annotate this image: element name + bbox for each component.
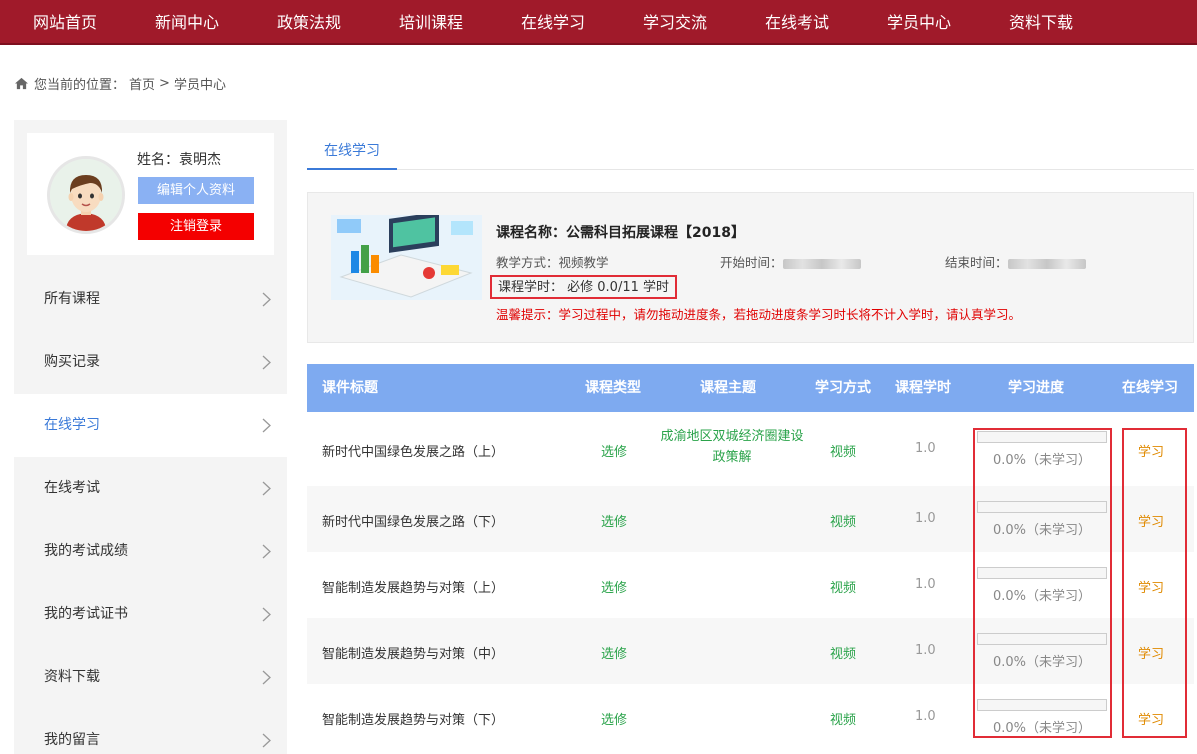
- col-header-type: 课程类型: [585, 380, 641, 396]
- edit-profile-button[interactable]: 编辑个人资料: [138, 177, 254, 204]
- course-thumbnail: [331, 215, 482, 300]
- row-mode: 视频: [830, 647, 857, 662]
- col-header-mode: 学习方式: [815, 380, 871, 396]
- row-topic: 成渝地区双城经济圈建设政策解: [660, 429, 804, 465]
- chevron-right-icon: [262, 292, 271, 307]
- side-menu: 所有课程 购买记录 在线学习 在线考试 我的考试成绩 我的考试证书 资料下载 我…: [14, 268, 287, 754]
- profile-card: 姓名：袁明杰 编辑个人资料 注销登录: [27, 133, 274, 255]
- chevron-right-icon: [262, 544, 271, 559]
- row-hours: 1.0: [915, 577, 936, 592]
- chevron-right-icon: [262, 418, 271, 433]
- chevron-right-icon: [262, 481, 271, 496]
- col-header-topic: 课程主题: [700, 380, 756, 396]
- sidebar-item-all-courses[interactable]: 所有课程: [14, 268, 287, 331]
- sidebar-item-label: 在线学习: [44, 417, 100, 433]
- home-icon: [15, 77, 28, 89]
- row-hours: 1.0: [915, 511, 936, 526]
- nav-item-exchange[interactable]: 学习交流: [625, 0, 725, 45]
- logout-button[interactable]: 注销登录: [138, 213, 254, 240]
- course-illustration: [331, 215, 482, 300]
- chevron-right-icon: [262, 733, 271, 748]
- chevron-right-icon: [262, 607, 271, 622]
- sidebar-item-purchase-records[interactable]: 购买记录: [14, 331, 287, 394]
- sidebar-item-label: 资料下载: [44, 669, 100, 685]
- course-start-label: 开始时间：: [720, 255, 783, 270]
- row-title: 新时代中国绿色发展之路（上）: [322, 445, 505, 460]
- nav-item-student-center[interactable]: 学员中心: [869, 0, 969, 45]
- sidebar-item-label: 所有课程: [44, 291, 100, 307]
- sidebar-item-label: 在线考试: [44, 480, 100, 496]
- chevron-right-icon: [262, 355, 271, 370]
- course-mode: 教学方式：视频教学: [496, 255, 609, 270]
- row-type: 选修: [601, 713, 628, 728]
- sidebar-item-label: 购买记录: [44, 354, 100, 370]
- course-title: 课程名称：公需科目拓展课程【2018】: [496, 225, 745, 241]
- redacted-date: [1007, 258, 1086, 269]
- row-type: 选修: [601, 515, 628, 530]
- course-start-time: 开始时间：: [720, 252, 861, 271]
- course-tip: 温馨提示：学习过程中，请勿拖动进度条，若拖动进度条学习时长将不计入学时，请认真学…: [496, 307, 1022, 322]
- row-mode: 视频: [830, 445, 857, 460]
- row-mode: 视频: [830, 515, 857, 530]
- table-header: 课件标题 课程类型 课程主题 学习方式 课程学时 学习进度 在线学习: [307, 364, 1194, 412]
- sidebar-item-label: 我的考试成绩: [44, 543, 128, 559]
- row-type: 选修: [601, 445, 628, 460]
- chevron-right-icon: [262, 670, 271, 685]
- top-nav: 网站首页 新闻中心 政策法规 培训课程 在线学习 学习交流 在线考试 学员中心 …: [0, 0, 1197, 45]
- nav-item-training[interactable]: 培训课程: [381, 0, 481, 45]
- nav-item-downloads[interactable]: 资料下载: [991, 0, 1091, 45]
- row-hours: 1.0: [915, 643, 936, 658]
- nav-item-news[interactable]: 新闻中心: [137, 0, 237, 45]
- row-title: 智能制造发展趋势与对策（上）: [322, 581, 505, 596]
- sidebar-item-online-exam[interactable]: 在线考试: [14, 457, 287, 520]
- sidebar-item-online-learning[interactable]: 在线学习: [14, 394, 287, 457]
- row-title: 智能制造发展趋势与对策（下）: [322, 713, 505, 728]
- profile-name: 姓名：袁明杰: [137, 152, 221, 168]
- row-hours: 1.0: [915, 441, 936, 456]
- breadcrumb-home-link[interactable]: 首页: [129, 74, 155, 93]
- redacted-date: [782, 258, 861, 269]
- row-type: 选修: [601, 581, 628, 596]
- breadcrumb-separator: >: [159, 75, 170, 91]
- sidebar-item-downloads[interactable]: 资料下载: [14, 646, 287, 709]
- nav-item-online-learning[interactable]: 在线学习: [503, 0, 603, 45]
- sidebar-item-label: 我的留言: [44, 732, 100, 748]
- sidebar-item-messages[interactable]: 我的留言: [14, 709, 287, 754]
- col-header-learn: 在线学习: [1122, 380, 1178, 396]
- breadcrumb-prefix: 您当前的位置：: [34, 77, 126, 93]
- tab-online-learning[interactable]: 在线学习: [307, 135, 397, 170]
- avatar-illustration: [50, 159, 122, 231]
- sidebar-item-exam-certificates[interactable]: 我的考试证书: [14, 583, 287, 646]
- row-mode: 视频: [830, 581, 857, 596]
- row-title: 新时代中国绿色发展之路（下）: [322, 515, 505, 530]
- row-title: 智能制造发展趋势与对策（中）: [322, 647, 505, 662]
- nav-item-policy[interactable]: 政策法规: [259, 0, 359, 45]
- sidebar-item-exam-scores[interactable]: 我的考试成绩: [14, 520, 287, 583]
- learn-highlight-box: [1122, 428, 1187, 738]
- sidebar: 姓名：袁明杰 编辑个人资料 注销登录 所有课程 购买记录 在线学习 在线考试 我…: [14, 120, 287, 754]
- nav-item-home[interactable]: 网站首页: [15, 0, 115, 45]
- col-header-hours: 课程学时: [895, 380, 951, 396]
- col-header-progress: 学习进度: [1008, 380, 1064, 396]
- course-info-panel: 课程名称：公需科目拓展课程【2018】 教学方式：视频教学 开始时间： 结束时间…: [307, 192, 1194, 343]
- tab-bar: 在线学习: [307, 135, 1194, 170]
- breadcrumb: 您当前的位置： 首页 > 学员中心: [14, 74, 230, 93]
- breadcrumb-current: 学员中心: [173, 77, 226, 93]
- nav-item-online-exam[interactable]: 在线考试: [747, 0, 847, 45]
- progress-highlight-box: [973, 428, 1112, 738]
- avatar: [47, 156, 125, 234]
- course-end-label: 结束时间：: [945, 255, 1008, 270]
- col-header-title: 课件标题: [322, 380, 378, 396]
- course-end-time: 结束时间：: [945, 252, 1086, 271]
- row-mode: 视频: [830, 713, 857, 728]
- row-hours: 1.0: [915, 709, 936, 724]
- sidebar-item-label: 我的考试证书: [44, 606, 128, 622]
- row-type: 选修: [601, 647, 628, 662]
- course-hours: 课程学时： 必修 0.0/11 学时: [490, 275, 677, 299]
